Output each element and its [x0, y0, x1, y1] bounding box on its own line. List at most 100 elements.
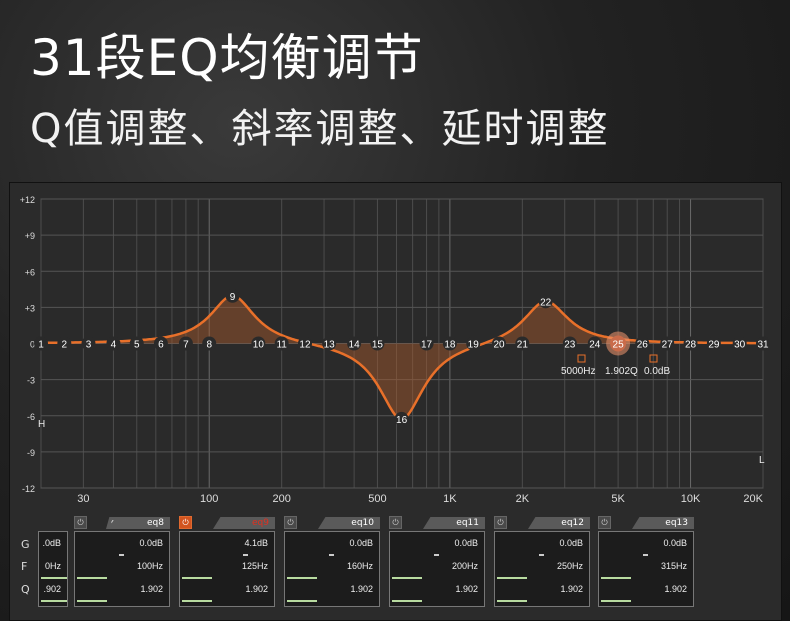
row-label-freq: F: [21, 560, 28, 573]
freq-value[interactable]: 315Hz: [661, 561, 687, 571]
x-tick-label: 30: [77, 493, 89, 505]
q-level-bar[interactable]: [497, 600, 527, 602]
y-tick-label: -9: [27, 448, 35, 458]
band-point-label: 31: [757, 340, 769, 351]
band-point-label: 6: [158, 340, 164, 351]
x-tick-label: 500: [368, 493, 386, 505]
gain-slider-handle[interactable]: [539, 554, 544, 556]
band-control-eq12: ⏻ eq12 0.0dB 250Hz 1.902: [494, 516, 590, 607]
row-label-q: Q: [21, 583, 30, 596]
gain-value[interactable]: 4.1dB: [244, 538, 268, 548]
freq-level-bar[interactable]: [41, 577, 67, 579]
power-icon[interactable]: ⏻: [284, 516, 297, 529]
x-tick-label: 10K: [681, 493, 701, 505]
band-tab[interactable]: eq8: [108, 517, 170, 529]
band-tab[interactable]: eq13: [632, 517, 694, 529]
gain-slider-handle[interactable]: [434, 554, 439, 556]
band-point-label: 13: [324, 340, 336, 351]
power-icon[interactable]: ⏻: [74, 516, 87, 529]
band-params: 0.0dB 160Hz 1.902: [284, 531, 380, 607]
band-tab[interactable]: eq10: [318, 517, 380, 529]
q-value[interactable]: 1.902: [664, 584, 687, 594]
q-value[interactable]: 1.902: [455, 584, 478, 594]
freq-level-bar[interactable]: [182, 577, 212, 579]
power-icon[interactable]: ⏻: [179, 516, 192, 529]
readout-q: 1.902Q: [605, 366, 638, 377]
y-tick-label: -6: [27, 412, 35, 422]
freq-level-bar[interactable]: [77, 577, 107, 579]
band-point-label: 4: [111, 340, 117, 351]
x-tick-label: 1K: [443, 493, 457, 505]
freq-level-bar[interactable]: [601, 577, 631, 579]
x-tick-label: 5K: [611, 493, 625, 505]
y-tick-label: +6: [25, 267, 35, 277]
q-level-bar[interactable]: [77, 600, 107, 602]
gain-value[interactable]: .0dB: [42, 538, 61, 548]
gain-value[interactable]: 0.0dB: [559, 538, 583, 548]
freq-value[interactable]: 250Hz: [557, 561, 583, 571]
band-params: 0.0dB 250Hz 1.902: [494, 531, 590, 607]
gain-value[interactable]: 0.0dB: [349, 538, 373, 548]
gain-value[interactable]: 0.0dB: [454, 538, 478, 548]
q-level-bar[interactable]: [392, 600, 422, 602]
band-point-label: 11: [276, 340, 287, 351]
power-icon[interactable]: ⏻: [494, 516, 507, 529]
freq-value[interactable]: 125Hz: [242, 561, 268, 571]
freq-value[interactable]: 160Hz: [347, 561, 373, 571]
band-point-label: 21: [517, 340, 529, 351]
band-control-eq8: ⏻ eq8 0.0dB 100Hz 1.902: [74, 516, 170, 607]
power-icon[interactable]: ⏻: [389, 516, 402, 529]
band-header: ⏻ eq10: [284, 516, 380, 530]
q-level-bar[interactable]: [287, 600, 317, 602]
band-header: ⏻ eq8: [74, 516, 170, 530]
x-tick-label: 100: [200, 493, 218, 505]
band-tab[interactable]: eq11: [423, 517, 485, 529]
band-control-eq9: ⏻ eq9 4.1dB 125Hz 1.902: [179, 516, 275, 607]
freq-level-bar[interactable]: [497, 577, 527, 579]
band-params: 4.1dB 125Hz 1.902: [179, 531, 275, 607]
row-label-gain: G: [21, 538, 30, 551]
band-point-label: 28: [685, 340, 697, 351]
band-header: ⏻ eq9: [179, 516, 275, 530]
q-level-bar[interactable]: [182, 600, 212, 602]
band-tab[interactable]: eq12: [528, 517, 590, 529]
edge-left-label: H: [38, 419, 45, 430]
band-point-label: 18: [444, 340, 456, 351]
q-value[interactable]: 1.902: [140, 584, 163, 594]
gain-slider-handle[interactable]: [243, 554, 248, 556]
q-value[interactable]: 1.902: [560, 584, 583, 594]
freq-value[interactable]: 200Hz: [452, 561, 478, 571]
q-value[interactable]: .902: [43, 584, 61, 594]
band-point-label: 22: [540, 297, 552, 308]
gain-value[interactable]: 0.0dB: [663, 538, 687, 548]
y-tick-label: -3: [27, 376, 35, 386]
band-point-label: 20: [493, 340, 505, 351]
band-params: .0dB 0Hz .902: [38, 531, 68, 607]
power-icon[interactable]: ⏻: [598, 516, 611, 529]
band-params: 0.0dB 315Hz 1.902: [598, 531, 694, 607]
band-point-label: 8: [206, 340, 212, 351]
gain-value[interactable]: 0.0dB: [139, 538, 163, 548]
band-point-label: 9: [230, 292, 236, 303]
band-tab[interactable]: eq9: [213, 517, 275, 529]
q-value[interactable]: 1.902: [350, 584, 373, 594]
freq-value[interactable]: 0Hz: [45, 561, 61, 571]
q-level-bar[interactable]: [41, 600, 67, 602]
band-control-eq11: ⏻ eq11 0.0dB 200Hz 1.902: [389, 516, 485, 607]
freq-level-bar[interactable]: [287, 577, 317, 579]
edge-right-label: L: [759, 455, 765, 466]
band-point-label: 1: [38, 340, 44, 351]
band-header: ⏻ eq12: [494, 516, 590, 530]
gain-slider-handle[interactable]: [119, 554, 124, 556]
q-level-bar[interactable]: [601, 600, 631, 602]
freq-level-bar[interactable]: [392, 577, 422, 579]
x-tick-label: 200: [272, 493, 290, 505]
y-tick-label: +9: [25, 231, 35, 241]
gain-slider-handle[interactable]: [643, 554, 648, 556]
band-point-label: 17: [421, 340, 433, 351]
freq-value[interactable]: 100Hz: [137, 561, 163, 571]
band-point-label: 16: [396, 415, 408, 426]
q-value[interactable]: 1.902: [245, 584, 268, 594]
gain-slider-handle[interactable]: [329, 554, 334, 556]
band-header: ⏻ eq13: [598, 516, 694, 530]
